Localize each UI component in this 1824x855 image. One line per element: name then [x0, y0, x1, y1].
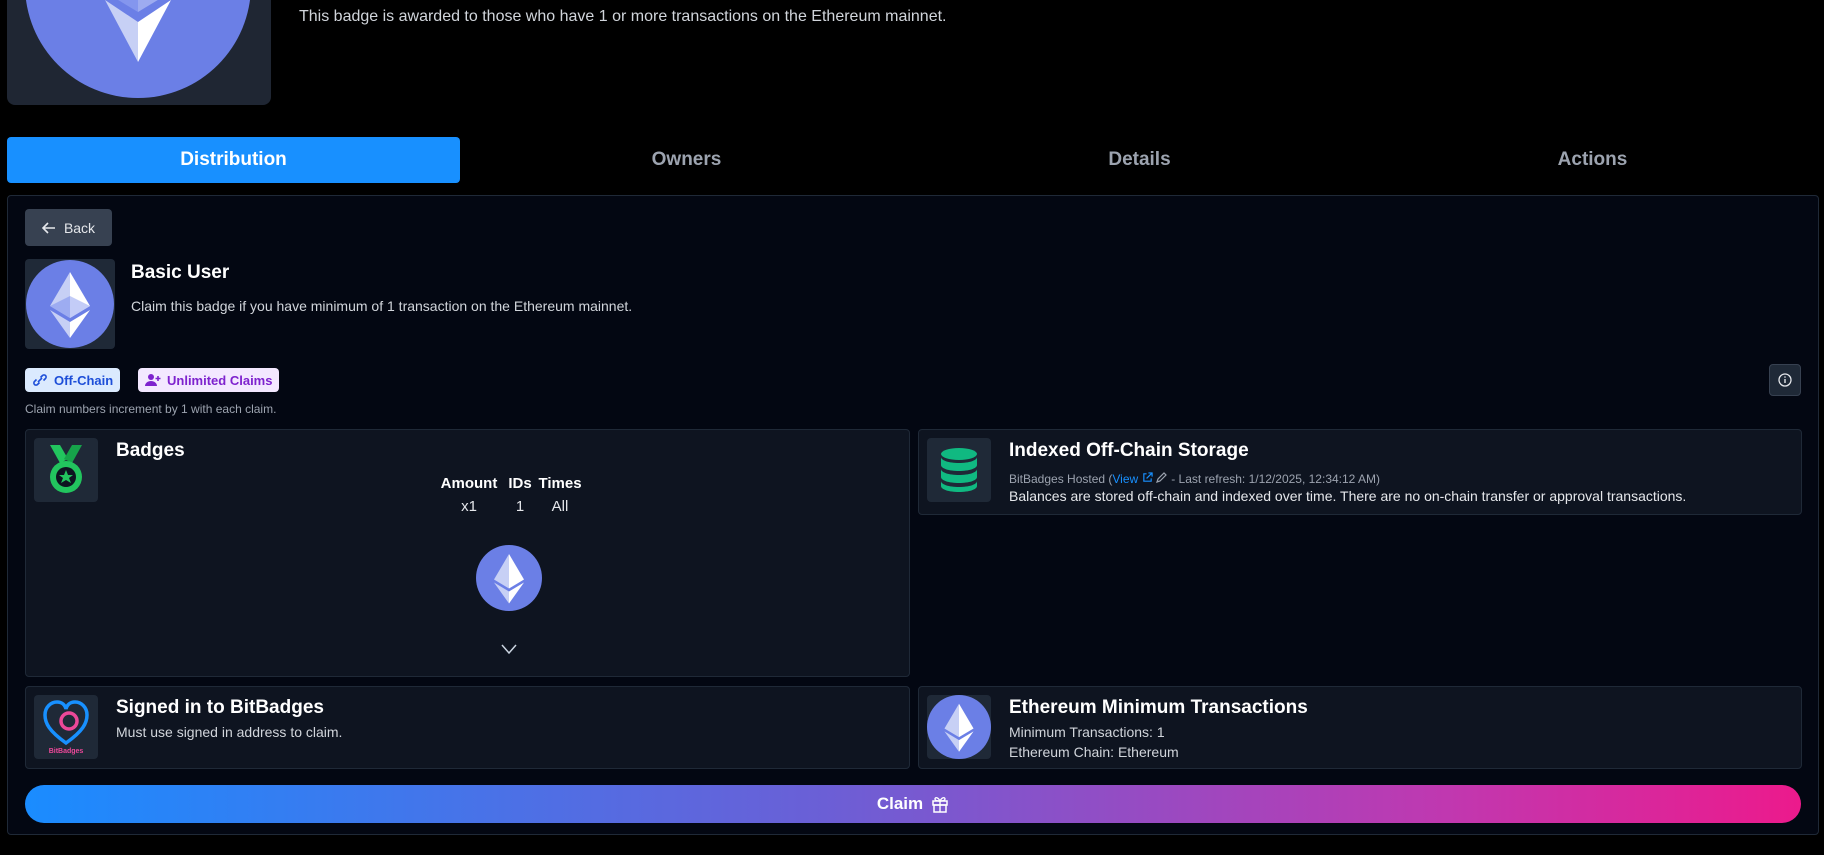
storage-card: Indexed Off-Chain Storage BitBadges Host…: [918, 429, 1802, 515]
link-icon: [33, 374, 47, 386]
external-link-icon[interactable]: [1142, 472, 1153, 483]
claim-description: Claim this badge if you have minimum of …: [131, 298, 633, 314]
off-chain-label: Off-Chain: [54, 372, 114, 388]
tab-distribution[interactable]: Distribution: [7, 137, 460, 183]
storage-hosted-line: BitBadges Hosted (View - Last refresh: 1…: [1009, 471, 1380, 486]
ethereum-icon: [927, 695, 991, 759]
edit-icon[interactable]: [1155, 471, 1168, 483]
logo-text: BitBadges: [49, 748, 84, 755]
column-header-amount: Amount: [440, 475, 498, 492]
signed-in-description: Must use signed in address to claim.: [116, 724, 343, 740]
cell-ids: 1: [515, 498, 525, 515]
ethereum-icon: [105, 0, 171, 62]
hosted-prefix: BitBadges Hosted (: [1009, 472, 1113, 486]
ethereum-card-title: Ethereum Minimum Transactions: [1009, 697, 1308, 718]
column-header-ids: IDs: [508, 475, 532, 492]
claim-avatar: [25, 259, 115, 349]
ethereum-card-icon: [927, 695, 991, 759]
info-icon: [1778, 373, 1792, 387]
distribution-panel: Back Basic User Claim this badge if you …: [7, 195, 1819, 835]
database-icon: [941, 448, 977, 492]
tab-details[interactable]: Details: [913, 137, 1366, 183]
cell-amount: x1: [461, 498, 477, 515]
claim-title: Basic User: [131, 262, 230, 283]
signed-in-card: BitBadges Signed in to BitBadges Must us…: [25, 686, 910, 769]
ethereum-icon: [476, 545, 542, 611]
ethereum-chain: Ethereum Chain: Ethereum: [1009, 744, 1179, 760]
bitbadges-logo-icon: BitBadges: [43, 700, 89, 755]
ethereum-icon: [26, 260, 114, 348]
storage-card-icon: [927, 438, 991, 502]
badges-card-icon: [34, 438, 98, 502]
medal-icon: [50, 445, 82, 493]
ethereum-card: Ethereum Minimum Transactions Minimum Tr…: [918, 686, 1802, 769]
expand-button[interactable]: [500, 642, 518, 656]
bitbadges-logo: BitBadges: [34, 695, 98, 759]
tab-bar: Distribution Owners Details Actions: [7, 137, 1819, 183]
column-header-times: Times: [538, 475, 582, 492]
tab-actions[interactable]: Actions: [1366, 137, 1819, 183]
last-refresh: - Last refresh: 1/12/2025, 12:34:12 AM): [1171, 472, 1381, 486]
claim-button-label: Claim: [876, 794, 924, 813]
info-button[interactable]: [1769, 364, 1801, 396]
cell-times: All: [551, 498, 569, 515]
claim-button[interactable]: Claim: [25, 785, 1801, 823]
chevron-down-icon: [501, 644, 517, 655]
badge-hero-image: [7, 0, 271, 105]
storage-card-title: Indexed Off-Chain Storage: [1009, 440, 1249, 461]
arrow-left-icon: [41, 221, 55, 234]
gift-icon: [932, 797, 948, 813]
badge-description: This badge is awarded to those who have …: [299, 8, 947, 25]
min-transactions: Minimum Transactions: 1: [1009, 724, 1165, 740]
tab-owners[interactable]: Owners: [460, 137, 913, 183]
signed-in-title: Signed in to BitBadges: [116, 697, 324, 718]
view-link[interactable]: View: [1112, 472, 1138, 486]
badges-table: Amount IDs Times x1 1 All: [434, 475, 584, 515]
off-chain-tag: Off-Chain: [25, 368, 121, 392]
storage-description: Balances are stored off-chain and indexe…: [1009, 488, 1687, 504]
back-button[interactable]: Back: [25, 209, 112, 246]
unlimited-claims-tag: Unlimited Claims: [138, 368, 280, 392]
badges-card: Badges Amount IDs Times x1 1 All: [25, 429, 910, 677]
badges-card-title: Badges: [116, 440, 185, 461]
add-user-icon: [145, 374, 161, 386]
ethereum-badge-disc: [25, 0, 251, 98]
back-label: Back: [63, 219, 96, 236]
claim-note: Claim numbers increment by 1 with each c…: [25, 402, 277, 416]
badge-thumbnail[interactable]: [476, 545, 542, 611]
unlimited-claims-label: Unlimited Claims: [167, 372, 273, 388]
